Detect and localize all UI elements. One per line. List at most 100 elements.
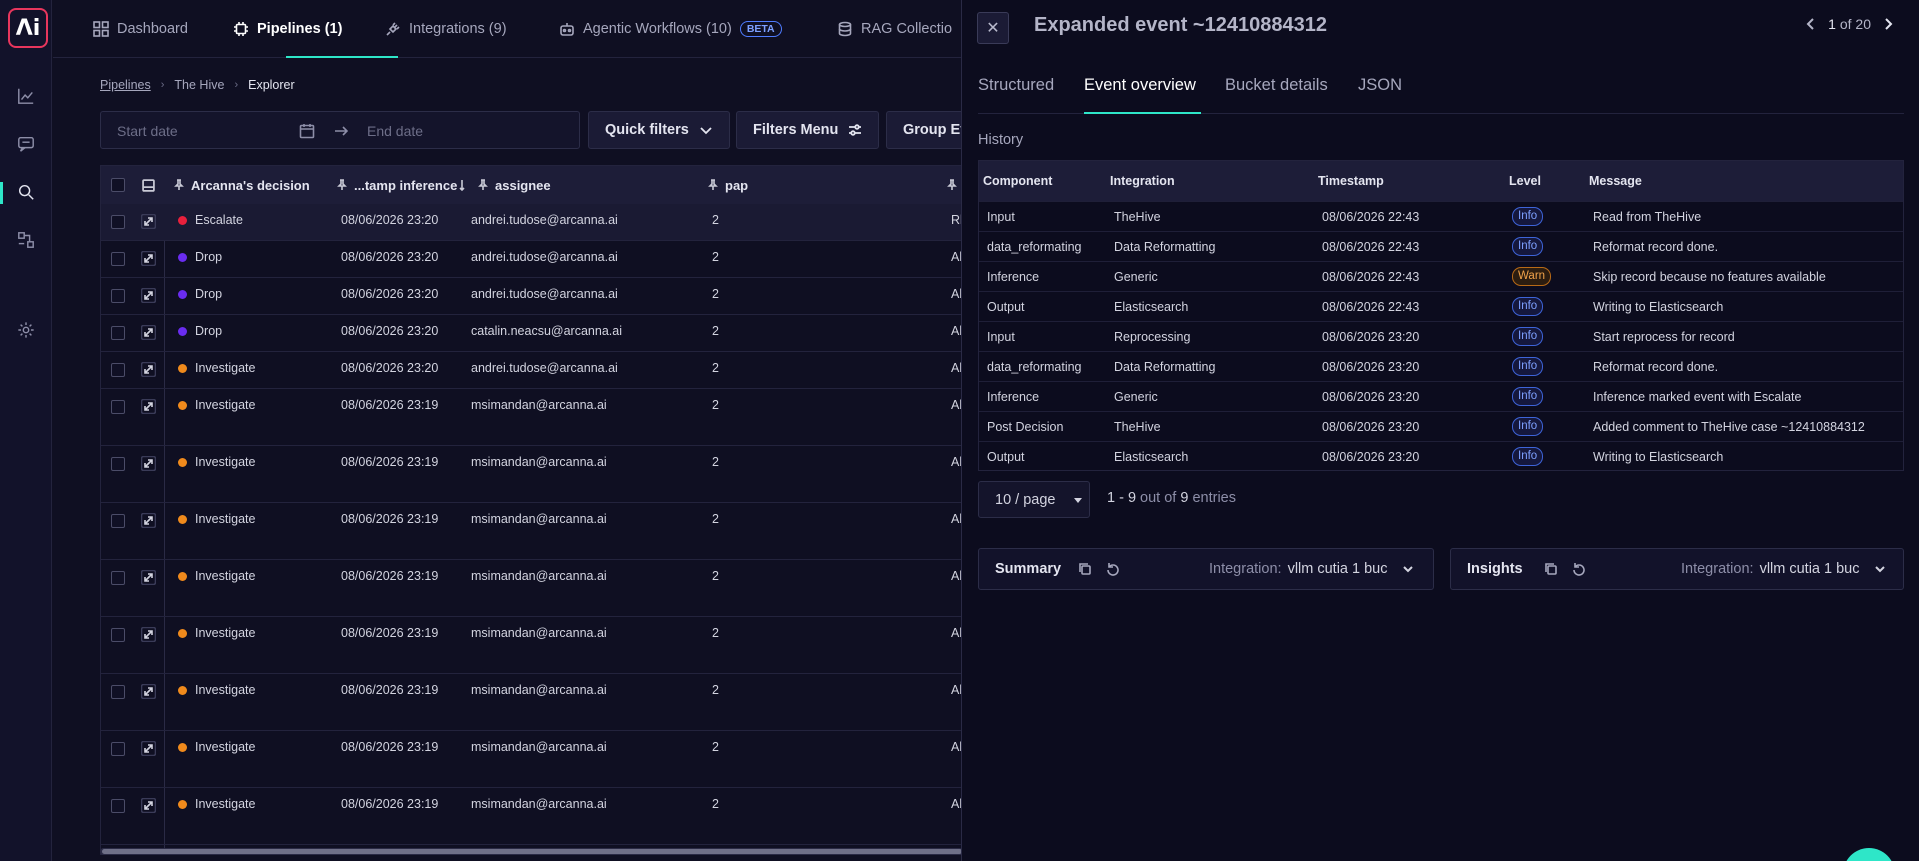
- table-row[interactable]: Investigate 08/06/2026 23:19 msimandan@a…: [101, 788, 962, 845]
- close-button[interactable]: ✕: [977, 12, 1009, 44]
- column-header-timestamp[interactable]: ...tamp inference: [336, 166, 457, 204]
- refresh-icon[interactable]: [1106, 562, 1122, 578]
- breadcrumb-pipelines[interactable]: Pipelines: [100, 78, 151, 92]
- tab-active-underline: [1084, 112, 1201, 114]
- column-header-pap[interactable]: pap: [707, 166, 748, 204]
- history-component: data_reformating: [987, 240, 1082, 254]
- arcanna-logo[interactable]: Λi: [8, 8, 48, 48]
- history-integration: Data Reformatting: [1114, 240, 1216, 254]
- end-date-input[interactable]: End date: [367, 123, 423, 139]
- expand-icon[interactable]: [140, 213, 157, 230]
- table-row[interactable]: Drop 08/06/2026 23:20 andrei.tudose@arca…: [101, 278, 962, 315]
- start-date-input[interactable]: Start date: [117, 123, 178, 139]
- row-checkbox[interactable]: [111, 571, 125, 585]
- row-checkbox[interactable]: [111, 685, 125, 699]
- expand-icon[interactable]: [140, 512, 157, 529]
- table-row[interactable]: Investigate 08/06/2026 23:19 msimandan@a…: [101, 731, 962, 788]
- expand-icon[interactable]: [140, 287, 157, 304]
- row-checkbox[interactable]: [111, 400, 125, 414]
- expand-icon[interactable]: [140, 324, 157, 341]
- filters-menu-button[interactable]: Filters Menu: [736, 111, 880, 149]
- copy-icon[interactable]: [1078, 562, 1094, 578]
- row-checkbox[interactable]: [111, 326, 125, 340]
- table-row[interactable]: Investigate 08/06/2026 23:19 msimandan@a…: [101, 560, 962, 617]
- expand-icon[interactable]: [140, 361, 157, 378]
- table-row[interactable]: Investigate 08/06/2026 23:19 msimandan@a…: [101, 503, 962, 560]
- table-header: Arcanna's decision ...tamp inference ass…: [101, 166, 962, 204]
- table-row[interactable]: Investigate 08/06/2026 23:19 msimandan@a…: [101, 446, 962, 503]
- select-all-checkbox[interactable]: [111, 178, 125, 192]
- column-header-next[interactable]: [946, 166, 958, 204]
- column-header-assignee-label: assignee: [495, 177, 551, 193]
- row-checkbox[interactable]: [111, 289, 125, 303]
- date-range-picker[interactable]: Start date End date: [100, 111, 580, 149]
- row-checkbox[interactable]: [111, 514, 125, 528]
- nav-rag-collections[interactable]: RAG Collectio: [837, 0, 952, 58]
- expand-icon[interactable]: [140, 683, 157, 700]
- table-row[interactable]: Investigate 08/06/2026 23:20 andrei.tudo…: [101, 352, 962, 389]
- expand-icon[interactable]: [140, 626, 157, 643]
- page-size-select[interactable]: 10 / page: [978, 481, 1090, 518]
- scrollbar-thumb[interactable]: [102, 849, 962, 854]
- nav-pipelines[interactable]: Pipelines (1): [233, 0, 342, 58]
- expand-icon[interactable]: [140, 740, 157, 757]
- pap-cell: 2: [712, 250, 719, 264]
- history-component: Inference: [987, 270, 1040, 284]
- quick-filters-button[interactable]: Quick filters: [588, 111, 730, 149]
- copy-icon[interactable]: [1544, 562, 1560, 578]
- refresh-icon[interactable]: [1572, 562, 1588, 578]
- row-checkbox[interactable]: [111, 215, 125, 229]
- history-timestamp: 08/06/2026 23:20: [1322, 450, 1420, 464]
- expand-icon[interactable]: [140, 398, 157, 415]
- history-component: Post Decision: [987, 420, 1064, 434]
- row-checkbox[interactable]: [111, 457, 125, 471]
- table-row[interactable]: Investigate 08/06/2026 23:19 msimandan@a…: [101, 617, 962, 674]
- nav-integrations[interactable]: Integrations (9): [385, 0, 507, 58]
- workflow-icon[interactable]: [14, 228, 38, 252]
- level-badge: Info: [1512, 357, 1544, 376]
- table-row[interactable]: Drop 08/06/2026 23:20 catalin.neacsu@arc…: [101, 315, 962, 352]
- chevron-left-icon[interactable]: [1804, 17, 1818, 31]
- chat-icon[interactable]: [14, 132, 38, 156]
- column-header-decision[interactable]: Arcanna's decision: [173, 166, 310, 204]
- decision-label: Investigate: [195, 398, 256, 412]
- row-checkbox[interactable]: [111, 252, 125, 266]
- row-checkbox[interactable]: [111, 799, 125, 813]
- search-icon[interactable]: [14, 180, 38, 204]
- horizontal-scrollbar[interactable]: [100, 848, 963, 855]
- columns-toggle[interactable]: [142, 166, 155, 204]
- expand-icon[interactable]: [140, 250, 157, 267]
- history-timestamp: 08/06/2026 23:20: [1322, 330, 1420, 344]
- tab-event-overview[interactable]: Event overview: [1084, 76, 1196, 95]
- expand-icon[interactable]: [140, 569, 157, 586]
- table-row[interactable]: Investigate 08/06/2026 23:19 msimandan@a…: [101, 674, 962, 731]
- tab-json[interactable]: JSON: [1358, 76, 1402, 95]
- nav-dashboard[interactable]: Dashboard: [93, 0, 188, 58]
- beta-badge: BETA: [739, 21, 782, 37]
- row-checkbox[interactable]: [111, 363, 125, 377]
- row-checkbox[interactable]: [111, 628, 125, 642]
- breadcrumb-the-hive[interactable]: The Hive: [174, 78, 224, 92]
- history-timestamp: 08/06/2026 23:20: [1322, 420, 1420, 434]
- column-header-assignee[interactable]: assignee: [459, 166, 551, 204]
- tab-bucket-details[interactable]: Bucket details: [1225, 76, 1328, 95]
- row-checkbox[interactable]: [111, 742, 125, 756]
- table-row[interactable]: Drop 08/06/2026 23:20 andrei.tudose@arca…: [101, 241, 962, 278]
- table-row[interactable]: Investigate 08/06/2026 23:19 msimandan@a…: [101, 389, 962, 446]
- expand-icon[interactable]: [140, 797, 157, 814]
- chart-icon[interactable]: [14, 84, 38, 108]
- nav-rag-label: RAG Collectio: [861, 21, 953, 37]
- level-badge: Info: [1512, 297, 1544, 316]
- decision-dot: [178, 253, 187, 262]
- summary-integration-select[interactable]: Integration: vllm cutia 1 buc: [1209, 561, 1414, 577]
- chevron-right-icon[interactable]: [1881, 17, 1895, 31]
- insights-integration-select[interactable]: Integration: vllm cutia 1 buc: [1681, 561, 1886, 577]
- caret-down-icon: [1074, 497, 1083, 503]
- decision-dot: [178, 515, 187, 524]
- insights-title: Insights: [1467, 561, 1523, 577]
- tab-structured[interactable]: Structured: [978, 76, 1054, 95]
- gear-icon[interactable]: [14, 318, 38, 342]
- expand-icon[interactable]: [140, 455, 157, 472]
- table-row[interactable]: Escalate 08/06/2026 23:20 andrei.tudose@…: [101, 204, 962, 241]
- nav-agentic-workflows[interactable]: Agentic Workflows (10) BETA: [559, 0, 782, 58]
